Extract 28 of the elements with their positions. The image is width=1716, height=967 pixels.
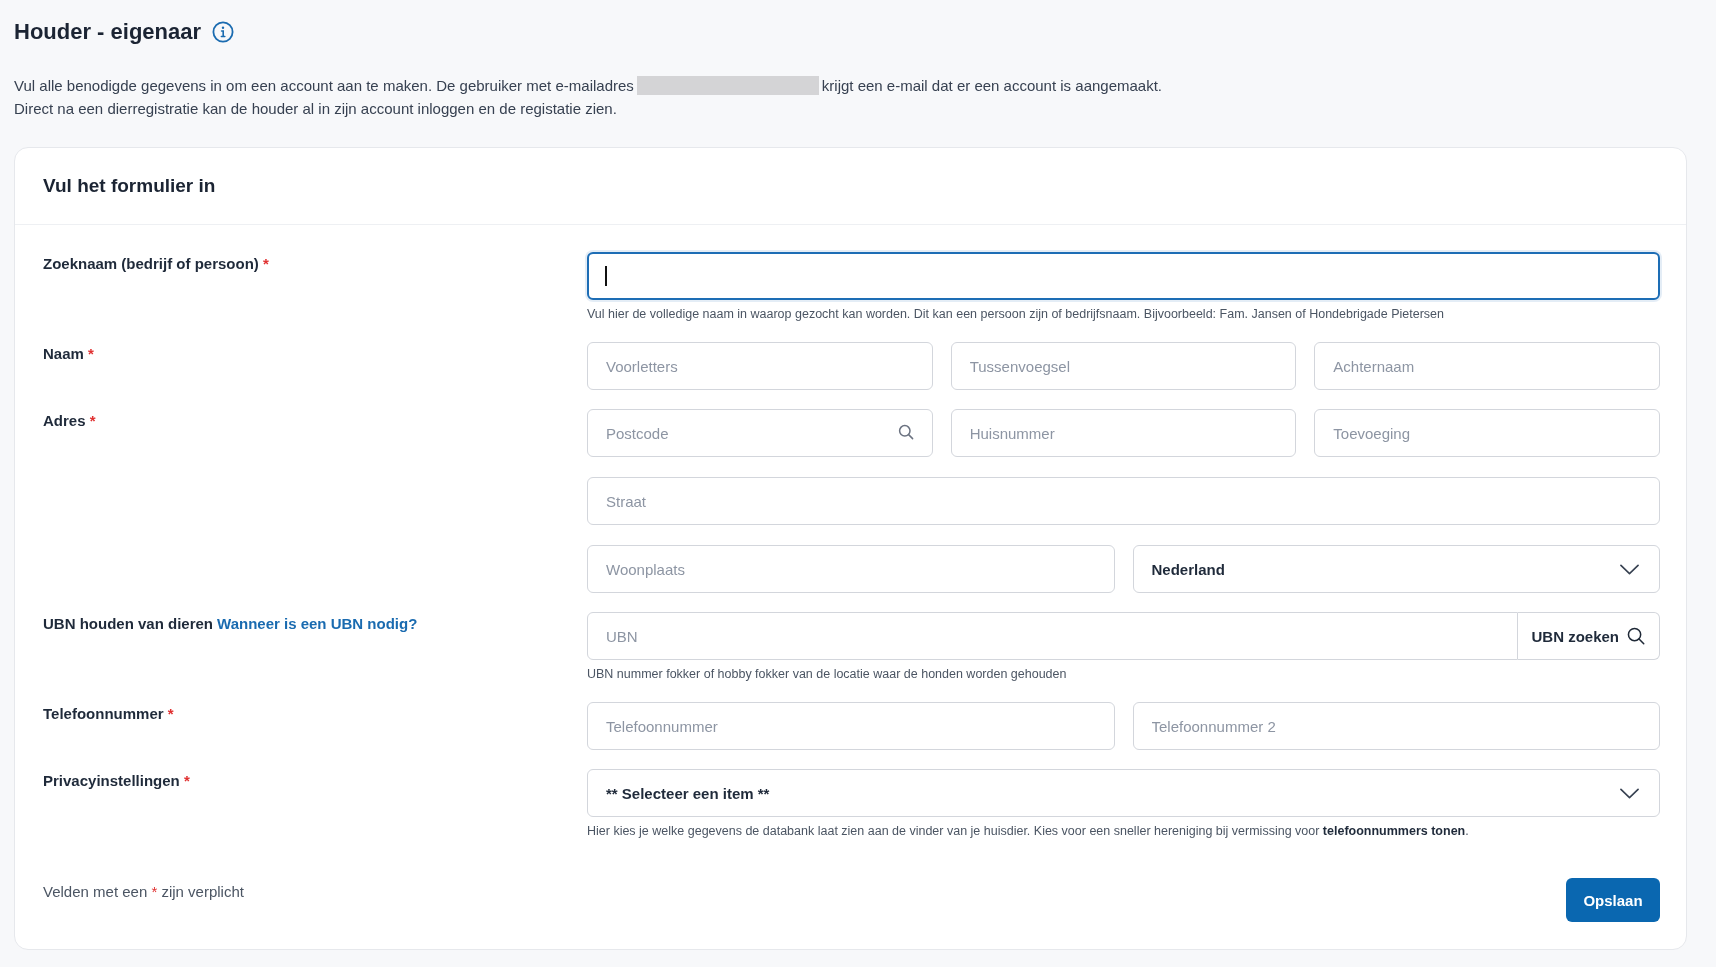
chevron-down-icon [1620,563,1639,575]
search-icon [1627,627,1645,645]
field-hint: UBN nummer fokker of hobby fokker van de locatie waar de honden worden gehouden [587,666,1068,683]
chevron-down-icon [1620,787,1639,799]
field-label: Zoeknaam (bedrijf of persoon) * [43,254,269,274]
search-button[interactable]: UBN zoeken [1518,612,1660,660]
required-note: Velden met een * zijn verplicht [43,882,244,902]
field-label: Privacyinstellingen * [43,771,190,791]
form-title: Vul het formulier in [43,175,216,197]
help-link[interactable]: Wanneer is een UBN nodig? [217,614,418,634]
field-hint: Hier kies je welke gegevens de databank laat zien aan de vinder van je huisdier. Kies voor een sneller hereniging bij vermissing voor telefoonnummers tonen. [587,823,1470,840]
search-icon[interactable] [897,424,914,440]
field-hint: Vul hier de volledige naam in waarop gezocht kan worden. Dit kan een persoon zijn of bedrijfsnaam. Bijvoorbeeld: Fam. Jansen of Hondebrigade Pietersen [587,306,1445,323]
input-field[interactable] [587,252,1660,300]
save-button[interactable]: Opslaan [1566,878,1660,922]
intro-text: Direct na een dierregistratie kan de houder al in zijn account inloggen en de registatie zien. [14,99,617,119]
info-icon[interactable] [212,21,235,43]
intro-text: krijgt een e-mail dat er een account is aangemaakt. [821,76,1163,96]
intro-text: Vul alle benodigde gegevens in om een account aan te maken. De gebruiker met e-mailadres [14,76,634,96]
page-title: Houder - eigenaar [14,18,202,46]
field-label: Naam * [43,344,94,364]
field-label: UBN houden van dieren [43,614,214,634]
search-field[interactable]: Postcode [587,409,933,457]
field-label: Telefoonnummer * [43,704,174,724]
text-cursor-icon [605,266,607,286]
select-field[interactable]: ** Selecteer een item ** [587,769,1660,817]
select-field[interactable]: Nederland [1132,545,1660,593]
field-label: Adres * [43,411,96,431]
